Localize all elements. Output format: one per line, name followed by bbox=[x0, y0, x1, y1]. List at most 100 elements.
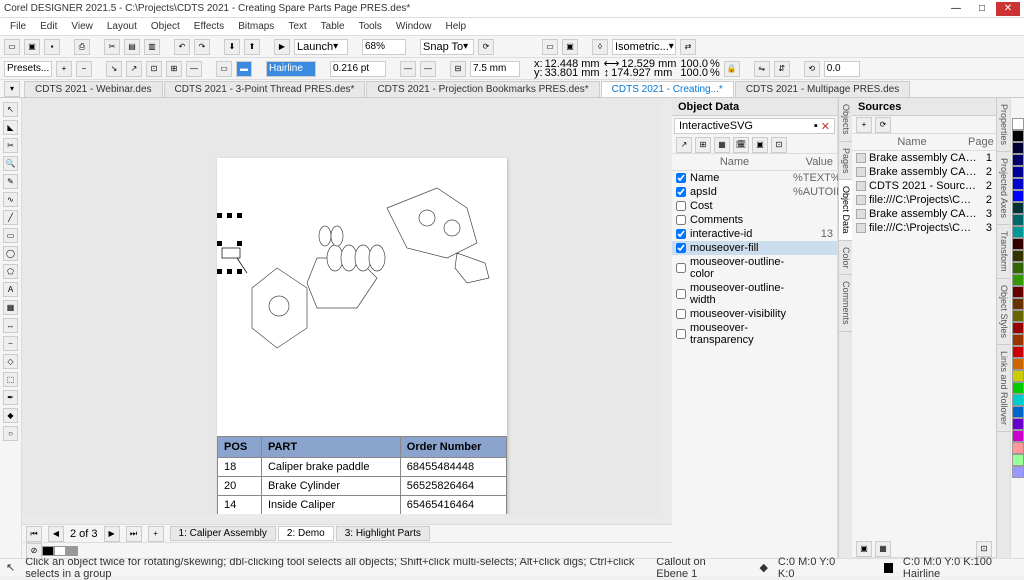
redo-icon[interactable]: ↷ bbox=[194, 39, 210, 55]
placeholder-icon[interactable]: ▣ bbox=[562, 39, 578, 55]
transparency-tool-icon[interactable]: ⬚ bbox=[3, 372, 18, 387]
palette-swatch[interactable] bbox=[1012, 358, 1024, 370]
od-checkbox[interactable] bbox=[676, 201, 686, 211]
object-data-row[interactable]: mouseover-outline-width bbox=[672, 281, 837, 307]
menu-window[interactable]: Window bbox=[390, 20, 438, 33]
import-icon[interactable]: ⬇ bbox=[224, 39, 240, 55]
source-row[interactable]: CDTS 2021 - Sources Docker PRES...2 bbox=[852, 179, 996, 193]
eyedrop-tool-icon[interactable]: ✒ bbox=[3, 390, 18, 405]
object-data-row[interactable]: Cost bbox=[672, 199, 837, 213]
save-icon[interactable]: ▪ bbox=[44, 39, 60, 55]
palette-swatch[interactable] bbox=[1012, 286, 1024, 298]
swatch[interactable] bbox=[54, 546, 66, 556]
cl4-icon[interactable]: ⊞ bbox=[166, 61, 182, 77]
palette-swatch[interactable] bbox=[1012, 166, 1024, 178]
shape2-icon[interactable]: ▬ bbox=[236, 61, 252, 77]
snap-combo[interactable]: Snap To▾ bbox=[420, 39, 474, 55]
object-data-row[interactable]: mouseover-transparency bbox=[672, 321, 837, 347]
line-tool-icon[interactable]: ╱ bbox=[3, 210, 18, 225]
palette-swatch[interactable] bbox=[1012, 214, 1024, 226]
palette-swatch[interactable] bbox=[1012, 154, 1024, 166]
object-data-row[interactable]: apsId%AUTOID% bbox=[672, 185, 837, 199]
document-tab[interactable]: CDTS 2021 - Webinar.des bbox=[24, 81, 163, 97]
palette-swatch[interactable] bbox=[1012, 238, 1024, 250]
last-page-icon[interactable]: ⏭ bbox=[126, 526, 142, 542]
od-checkbox[interactable] bbox=[676, 243, 686, 253]
source-row[interactable]: Brake assembly CALIPER LIST.xls3 bbox=[852, 207, 996, 221]
od-checkbox[interactable] bbox=[676, 263, 686, 273]
outline-tool-icon[interactable]: ○ bbox=[3, 426, 18, 441]
docker-tab[interactable]: Object Data bbox=[839, 180, 852, 241]
swatch[interactable] bbox=[42, 546, 54, 556]
schema-combo[interactable]: InteractiveSVG ▪ ✕ bbox=[674, 118, 835, 134]
palette-swatch[interactable] bbox=[1012, 190, 1024, 202]
menu-text[interactable]: Text bbox=[282, 20, 312, 33]
palette-swatch[interactable] bbox=[1012, 130, 1024, 142]
od-checkbox[interactable] bbox=[676, 289, 686, 299]
scrollbar-horizontal[interactable] bbox=[22, 514, 672, 524]
src-add-icon[interactable]: + bbox=[856, 117, 872, 133]
open-icon[interactable]: ▣ bbox=[24, 39, 40, 55]
od-btn1-icon[interactable]: ↗ bbox=[676, 137, 692, 153]
outline-width[interactable]: Hairline bbox=[266, 61, 316, 77]
object-data-row[interactable]: mouseover-visibility bbox=[672, 307, 837, 321]
palette-swatch[interactable] bbox=[1012, 178, 1024, 190]
publish-icon[interactable]: ▶ bbox=[274, 39, 290, 55]
menu-table[interactable]: Table bbox=[315, 20, 351, 33]
source-row[interactable]: file:///C:\Projects\CDTS 2021 - Crea...3 bbox=[852, 221, 996, 235]
palette-swatch[interactable] bbox=[1012, 310, 1024, 322]
freehand-tool-icon[interactable]: ✎ bbox=[3, 174, 18, 189]
od-checkbox[interactable] bbox=[676, 309, 686, 319]
mir-v-icon[interactable]: ⇵ bbox=[774, 61, 790, 77]
projection-combo[interactable]: Isometric...▾ bbox=[612, 39, 676, 55]
od-btn6-icon[interactable]: ⊡ bbox=[771, 137, 787, 153]
object-data-row[interactable]: mouseover-outline-color bbox=[672, 255, 837, 281]
palette-swatch[interactable] bbox=[1012, 226, 1024, 238]
source-row[interactable]: Brake assembly CALIPER LIST.xls1 bbox=[852, 151, 996, 165]
doc-menu-icon[interactable]: ▾ bbox=[4, 81, 20, 97]
src-act1-icon[interactable]: ▣ bbox=[856, 541, 872, 557]
first-page-icon[interactable]: ⏮ bbox=[26, 526, 42, 542]
cl5-icon[interactable]: — bbox=[186, 61, 202, 77]
palette-swatch[interactable] bbox=[1012, 118, 1024, 130]
shape1-icon[interactable]: ▭ bbox=[216, 61, 232, 77]
page-tab[interactable]: 1: Caliper Assembly bbox=[170, 526, 276, 541]
launch-combo[interactable]: Launch▾ bbox=[294, 39, 348, 55]
document-tab[interactable]: CDTS 2021 - Projection Bookmarks PRES.de… bbox=[366, 81, 599, 97]
docker-tab[interactable]: Transform bbox=[997, 225, 1010, 279]
docker-tab[interactable]: Comments bbox=[839, 275, 852, 332]
rotate-icon[interactable]: ⟲ bbox=[804, 61, 820, 77]
cl3-icon[interactable]: ⊡ bbox=[146, 61, 162, 77]
rotation-input[interactable]: 0.0 bbox=[824, 61, 860, 77]
src-act3-icon[interactable]: ⊡ bbox=[976, 541, 992, 557]
menu-help[interactable]: Help bbox=[440, 20, 473, 33]
frame-icon[interactable]: ▭ bbox=[542, 39, 558, 55]
fill-tool-icon[interactable]: ◆ bbox=[3, 408, 18, 423]
export-icon[interactable]: ⬆ bbox=[244, 39, 260, 55]
minimize-button[interactable]: — bbox=[944, 2, 968, 16]
palette-swatch[interactable] bbox=[1012, 250, 1024, 262]
cl2-icon[interactable]: ↗ bbox=[126, 61, 142, 77]
palette-swatch[interactable] bbox=[1012, 262, 1024, 274]
palette-swatch[interactable] bbox=[1012, 202, 1024, 214]
object-data-row[interactable]: Name%TEXT% bbox=[672, 171, 837, 185]
od-btn2-icon[interactable]: ⊞ bbox=[695, 137, 711, 153]
palette-swatch[interactable] bbox=[1012, 466, 1024, 478]
table-tool-icon[interactable]: ▦ bbox=[3, 300, 18, 315]
schema-close-icon[interactable]: ✕ bbox=[821, 120, 830, 133]
palette-swatch[interactable] bbox=[1012, 334, 1024, 346]
swatch-none-icon[interactable]: ⊘ bbox=[26, 543, 42, 559]
refresh-icon[interactable]: ⟳ bbox=[478, 39, 494, 55]
palette-swatch[interactable] bbox=[1012, 382, 1024, 394]
palette-swatch[interactable] bbox=[1012, 418, 1024, 430]
src-act2-icon[interactable]: ▦ bbox=[875, 541, 891, 557]
poly-tool-icon[interactable]: ⬠ bbox=[3, 264, 18, 279]
shape-tool-icon[interactable]: ◣ bbox=[3, 120, 18, 135]
od-checkbox[interactable] bbox=[676, 329, 686, 339]
palette-swatch[interactable] bbox=[1012, 322, 1024, 334]
gap-icon[interactable]: ⊟ bbox=[450, 61, 466, 77]
undo-icon[interactable]: ↶ bbox=[174, 39, 190, 55]
od-checkbox[interactable] bbox=[676, 229, 686, 239]
next-page-icon[interactable]: ▶ bbox=[104, 526, 120, 542]
cut-icon[interactable]: ✂ bbox=[104, 39, 120, 55]
